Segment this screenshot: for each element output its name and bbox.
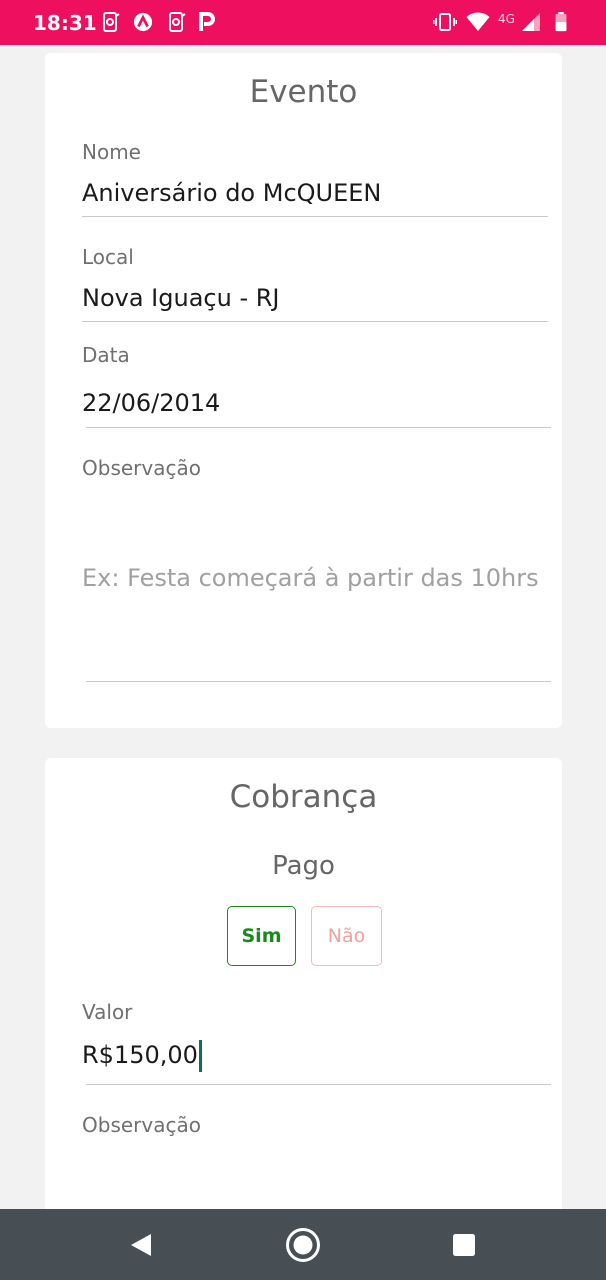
charge-observation-label: Observação — [82, 1113, 201, 1137]
local-label: Local — [82, 245, 134, 269]
date-label: Data — [82, 343, 130, 367]
status-time: 18:31 — [33, 11, 97, 35]
navigation-bar — [0, 1209, 606, 1280]
recents-icon[interactable] — [453, 1234, 475, 1256]
name-label: Nome — [82, 140, 141, 164]
text-caret — [198, 1040, 202, 1072]
local-input[interactable]: Nova Iguaçu - RJ — [82, 284, 279, 312]
status-bar: 18:31 4G — [0, 0, 606, 45]
battery-icon — [555, 12, 567, 32]
event-observation-label: Observação — [82, 456, 201, 480]
paid-no-button[interactable]: Não — [311, 906, 382, 966]
event-observation-input[interactable]: Ex: Festa começará à partir das 10hrs — [82, 564, 539, 592]
event-observation-underline — [86, 681, 551, 682]
name-underline — [82, 216, 548, 217]
network-type: 4G — [498, 12, 515, 26]
value-label: Valor — [82, 1000, 133, 1024]
name-input[interactable]: Aniversário do McQUEEN — [82, 179, 381, 207]
back-icon[interactable] — [129, 1233, 153, 1257]
value-text: R$150,00 — [82, 1041, 198, 1069]
date-input[interactable]: 22/06/2014 — [82, 389, 220, 417]
app-p-icon — [199, 12, 215, 31]
wifi-icon — [466, 12, 490, 31]
app-a-icon — [133, 12, 153, 32]
charge-card: Cobrança Pago Sim Não Valor R$150,00 Obs… — [45, 758, 562, 1238]
paid-no-label: Não — [327, 925, 366, 947]
event-card: Evento Nome Aniversário do McQUEEN Local… — [45, 53, 562, 728]
value-underline — [86, 1084, 551, 1085]
event-card-title: Evento — [249, 74, 358, 110]
paid-yes-button[interactable]: Sim — [227, 906, 296, 966]
vibrate-icon — [433, 13, 457, 31]
signal-icon — [522, 13, 540, 31]
value-input[interactable]: R$150,00 — [82, 1040, 202, 1072]
paid-label: Pago — [272, 851, 335, 881]
screen-record-icon — [169, 12, 186, 32]
home-icon[interactable] — [285, 1227, 321, 1263]
charge-card-title: Cobrança — [229, 779, 378, 815]
screen-record-icon — [103, 12, 120, 32]
local-underline — [82, 321, 548, 322]
paid-yes-label: Sim — [241, 925, 282, 947]
date-underline — [86, 427, 551, 428]
